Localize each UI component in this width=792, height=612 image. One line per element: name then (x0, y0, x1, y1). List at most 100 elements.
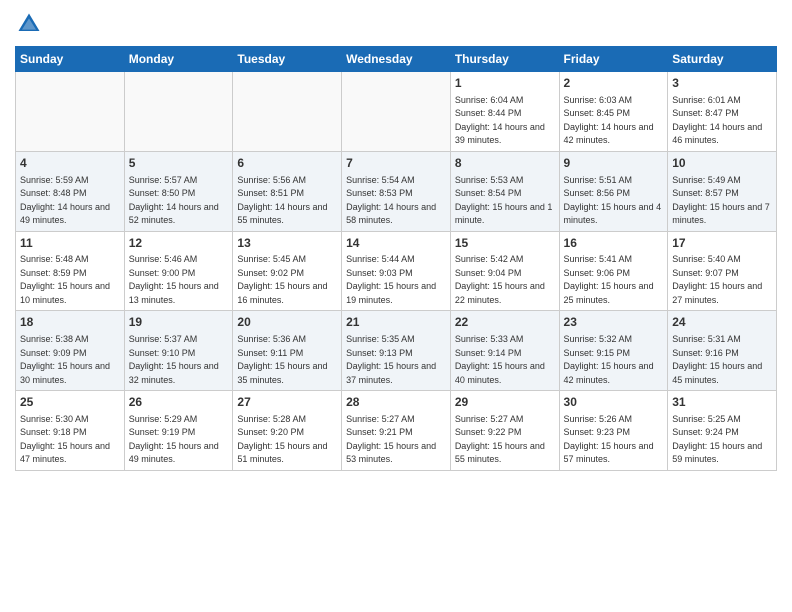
calendar-day-cell: 7 Sunrise: 5:54 AMSunset: 8:53 PMDayligh… (342, 151, 451, 231)
day-info: Sunrise: 5:53 AMSunset: 8:54 PMDaylight:… (455, 175, 553, 226)
day-number: 18 (20, 314, 120, 331)
day-info: Sunrise: 5:42 AMSunset: 9:04 PMDaylight:… (455, 254, 545, 305)
calendar-table: SundayMondayTuesdayWednesdayThursdayFrid… (15, 46, 777, 471)
calendar-day-cell: 2 Sunrise: 6:03 AMSunset: 8:45 PMDayligh… (559, 72, 668, 152)
calendar-day-cell (342, 72, 451, 152)
calendar-header-row: SundayMondayTuesdayWednesdayThursdayFrid… (16, 47, 777, 72)
day-number: 22 (455, 314, 555, 331)
page: SundayMondayTuesdayWednesdayThursdayFrid… (0, 0, 792, 612)
day-info: Sunrise: 5:56 AMSunset: 8:51 PMDaylight:… (237, 175, 327, 226)
day-info: Sunrise: 5:27 AMSunset: 9:21 PMDaylight:… (346, 414, 436, 465)
calendar-day-cell: 5 Sunrise: 5:57 AMSunset: 8:50 PMDayligh… (124, 151, 233, 231)
calendar-day-cell: 16 Sunrise: 5:41 AMSunset: 9:06 PMDaylig… (559, 231, 668, 311)
day-number: 2 (564, 75, 664, 92)
day-number: 21 (346, 314, 446, 331)
calendar-week-row: 1 Sunrise: 6:04 AMSunset: 8:44 PMDayligh… (16, 72, 777, 152)
col-header-thursday: Thursday (450, 47, 559, 72)
calendar-day-cell: 21 Sunrise: 5:35 AMSunset: 9:13 PMDaylig… (342, 311, 451, 391)
calendar-day-cell: 31 Sunrise: 5:25 AMSunset: 9:24 PMDaylig… (668, 391, 777, 471)
col-header-monday: Monday (124, 47, 233, 72)
day-info: Sunrise: 5:28 AMSunset: 9:20 PMDaylight:… (237, 414, 327, 465)
col-header-wednesday: Wednesday (342, 47, 451, 72)
day-info: Sunrise: 5:29 AMSunset: 9:19 PMDaylight:… (129, 414, 219, 465)
calendar-day-cell: 12 Sunrise: 5:46 AMSunset: 9:00 PMDaylig… (124, 231, 233, 311)
calendar-day-cell (233, 72, 342, 152)
day-info: Sunrise: 5:31 AMSunset: 9:16 PMDaylight:… (672, 334, 762, 385)
day-number: 5 (129, 155, 229, 172)
header (15, 10, 777, 38)
calendar-day-cell: 4 Sunrise: 5:59 AMSunset: 8:48 PMDayligh… (16, 151, 125, 231)
day-number: 25 (20, 394, 120, 411)
day-info: Sunrise: 6:03 AMSunset: 8:45 PMDaylight:… (564, 95, 654, 146)
calendar-day-cell: 25 Sunrise: 5:30 AMSunset: 9:18 PMDaylig… (16, 391, 125, 471)
calendar-day-cell: 9 Sunrise: 5:51 AMSunset: 8:56 PMDayligh… (559, 151, 668, 231)
day-number: 27 (237, 394, 337, 411)
col-header-saturday: Saturday (668, 47, 777, 72)
calendar-day-cell: 18 Sunrise: 5:38 AMSunset: 9:09 PMDaylig… (16, 311, 125, 391)
day-number: 6 (237, 155, 337, 172)
calendar-day-cell: 29 Sunrise: 5:27 AMSunset: 9:22 PMDaylig… (450, 391, 559, 471)
calendar-day-cell: 14 Sunrise: 5:44 AMSunset: 9:03 PMDaylig… (342, 231, 451, 311)
calendar-week-row: 4 Sunrise: 5:59 AMSunset: 8:48 PMDayligh… (16, 151, 777, 231)
day-info: Sunrise: 5:45 AMSunset: 9:02 PMDaylight:… (237, 254, 327, 305)
calendar-day-cell: 13 Sunrise: 5:45 AMSunset: 9:02 PMDaylig… (233, 231, 342, 311)
day-number: 12 (129, 235, 229, 252)
day-info: Sunrise: 5:30 AMSunset: 9:18 PMDaylight:… (20, 414, 110, 465)
day-number: 28 (346, 394, 446, 411)
day-info: Sunrise: 5:49 AMSunset: 8:57 PMDaylight:… (672, 175, 770, 226)
calendar-day-cell: 23 Sunrise: 5:32 AMSunset: 9:15 PMDaylig… (559, 311, 668, 391)
day-info: Sunrise: 5:32 AMSunset: 9:15 PMDaylight:… (564, 334, 654, 385)
logo (15, 10, 47, 38)
day-number: 15 (455, 235, 555, 252)
day-info: Sunrise: 5:41 AMSunset: 9:06 PMDaylight:… (564, 254, 654, 305)
col-header-sunday: Sunday (16, 47, 125, 72)
day-info: Sunrise: 5:51 AMSunset: 8:56 PMDaylight:… (564, 175, 662, 226)
day-info: Sunrise: 5:48 AMSunset: 8:59 PMDaylight:… (20, 254, 110, 305)
day-number: 31 (672, 394, 772, 411)
day-number: 19 (129, 314, 229, 331)
calendar-day-cell: 10 Sunrise: 5:49 AMSunset: 8:57 PMDaylig… (668, 151, 777, 231)
calendar-day-cell: 17 Sunrise: 5:40 AMSunset: 9:07 PMDaylig… (668, 231, 777, 311)
calendar-day-cell: 30 Sunrise: 5:26 AMSunset: 9:23 PMDaylig… (559, 391, 668, 471)
day-info: Sunrise: 5:40 AMSunset: 9:07 PMDaylight:… (672, 254, 762, 305)
day-number: 11 (20, 235, 120, 252)
day-info: Sunrise: 5:37 AMSunset: 9:10 PMDaylight:… (129, 334, 219, 385)
day-info: Sunrise: 5:38 AMSunset: 9:09 PMDaylight:… (20, 334, 110, 385)
calendar-day-cell: 24 Sunrise: 5:31 AMSunset: 9:16 PMDaylig… (668, 311, 777, 391)
calendar-day-cell: 6 Sunrise: 5:56 AMSunset: 8:51 PMDayligh… (233, 151, 342, 231)
day-number: 1 (455, 75, 555, 92)
calendar-day-cell: 1 Sunrise: 6:04 AMSunset: 8:44 PMDayligh… (450, 72, 559, 152)
calendar-day-cell (16, 72, 125, 152)
day-number: 10 (672, 155, 772, 172)
day-number: 20 (237, 314, 337, 331)
day-info: Sunrise: 5:25 AMSunset: 9:24 PMDaylight:… (672, 414, 762, 465)
day-number: 17 (672, 235, 772, 252)
calendar-week-row: 11 Sunrise: 5:48 AMSunset: 8:59 PMDaylig… (16, 231, 777, 311)
day-number: 29 (455, 394, 555, 411)
day-info: Sunrise: 5:36 AMSunset: 9:11 PMDaylight:… (237, 334, 327, 385)
calendar-day-cell: 8 Sunrise: 5:53 AMSunset: 8:54 PMDayligh… (450, 151, 559, 231)
day-number: 30 (564, 394, 664, 411)
day-info: Sunrise: 5:54 AMSunset: 8:53 PMDaylight:… (346, 175, 436, 226)
col-header-friday: Friday (559, 47, 668, 72)
calendar-day-cell: 26 Sunrise: 5:29 AMSunset: 9:19 PMDaylig… (124, 391, 233, 471)
logo-icon (15, 10, 43, 38)
day-number: 4 (20, 155, 120, 172)
calendar-day-cell (124, 72, 233, 152)
calendar-week-row: 25 Sunrise: 5:30 AMSunset: 9:18 PMDaylig… (16, 391, 777, 471)
day-info: Sunrise: 5:26 AMSunset: 9:23 PMDaylight:… (564, 414, 654, 465)
col-header-tuesday: Tuesday (233, 47, 342, 72)
day-number: 3 (672, 75, 772, 92)
day-number: 8 (455, 155, 555, 172)
day-info: Sunrise: 6:04 AMSunset: 8:44 PMDaylight:… (455, 95, 545, 146)
calendar-day-cell: 3 Sunrise: 6:01 AMSunset: 8:47 PMDayligh… (668, 72, 777, 152)
day-info: Sunrise: 5:33 AMSunset: 9:14 PMDaylight:… (455, 334, 545, 385)
calendar-day-cell: 15 Sunrise: 5:42 AMSunset: 9:04 PMDaylig… (450, 231, 559, 311)
day-info: Sunrise: 5:44 AMSunset: 9:03 PMDaylight:… (346, 254, 436, 305)
day-number: 13 (237, 235, 337, 252)
calendar-day-cell: 28 Sunrise: 5:27 AMSunset: 9:21 PMDaylig… (342, 391, 451, 471)
day-info: Sunrise: 5:27 AMSunset: 9:22 PMDaylight:… (455, 414, 545, 465)
calendar-day-cell: 27 Sunrise: 5:28 AMSunset: 9:20 PMDaylig… (233, 391, 342, 471)
day-number: 14 (346, 235, 446, 252)
day-info: Sunrise: 5:59 AMSunset: 8:48 PMDaylight:… (20, 175, 110, 226)
